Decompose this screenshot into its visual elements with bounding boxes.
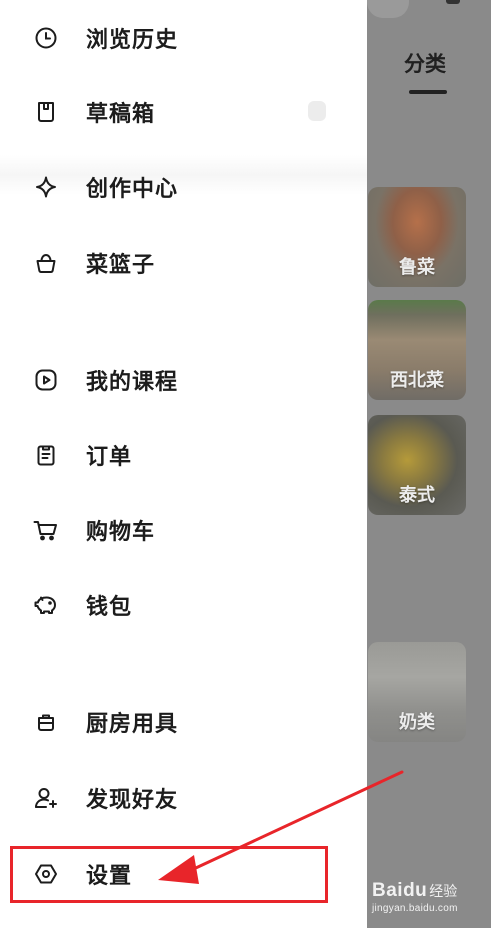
watermark-brand: Baidu (372, 880, 428, 901)
pointer-arrow-icon (158, 770, 404, 884)
watermark-sub: 经验 (429, 883, 458, 899)
watermark: Baidu 经验 jingyan.baidu.com (372, 880, 458, 914)
watermark-url: jingyan.baidu.com (372, 903, 458, 914)
